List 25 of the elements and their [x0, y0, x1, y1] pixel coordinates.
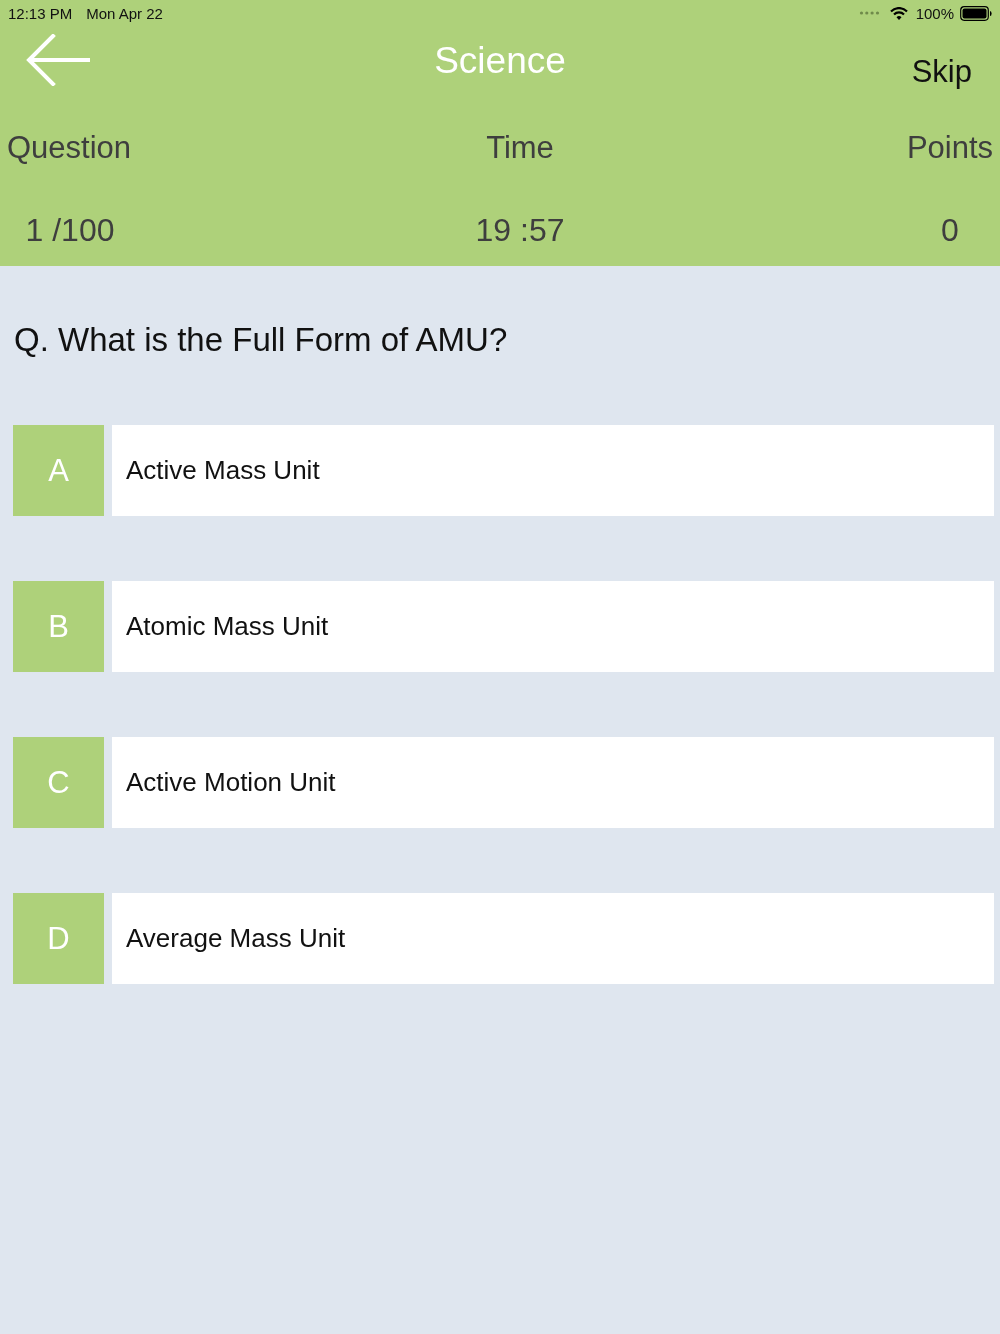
status-date: Mon Apr 22 [86, 4, 163, 22]
answer-option[interactable]: Average Mass Unit [112, 893, 994, 984]
battery-icon [960, 5, 992, 21]
stat-label: Time [486, 130, 554, 166]
stat-label: Question [7, 130, 132, 166]
option-letter-tile: B [13, 581, 104, 672]
answer-option[interactable]: Active Mass Unit [112, 425, 994, 516]
back-arrow-icon [26, 34, 90, 86]
skip-button[interactable]: Skip [911, 52, 972, 92]
status-time: 12:13 PM [8, 4, 73, 22]
answer-option[interactable]: Atomic Mass Unit [112, 581, 994, 672]
back-button[interactable] [26, 34, 90, 86]
stat-value: 1 /100 [25, 211, 115, 249]
stat-label: Points [906, 130, 994, 166]
option-letter-tile: D [13, 893, 104, 984]
signal-icon [858, 11, 880, 15]
stat-value: 0 [941, 211, 959, 249]
question-text: Q. What is the Full Form of AMU? [14, 320, 509, 360]
wifi-icon [889, 6, 908, 20]
answer-option[interactable]: Active Motion Unit [112, 737, 994, 828]
stat-value: 19 :57 [475, 211, 565, 249]
screen-title: Science [434, 39, 566, 83]
option-letter-tile: A [13, 425, 104, 516]
battery-percentage: 100% [915, 4, 954, 22]
option-letter-tile: C [13, 737, 104, 828]
